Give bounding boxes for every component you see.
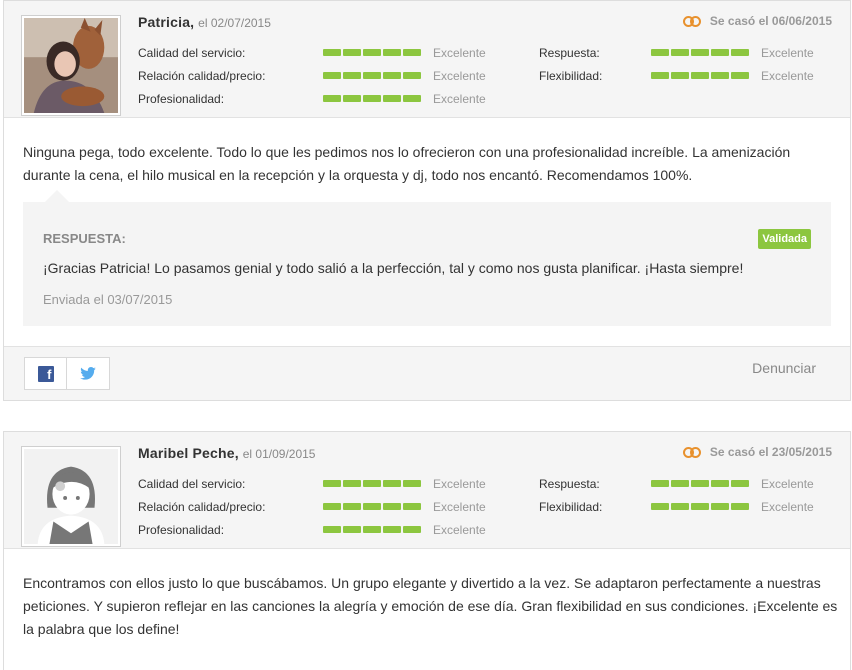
rating-bars: [651, 72, 749, 79]
default-avatar-icon: [24, 449, 118, 544]
rating-label: Respuesta:: [539, 477, 600, 491]
rating-label: Flexibilidad:: [539, 69, 603, 83]
rating-value: Excelente: [761, 69, 814, 83]
twitter-icon: [80, 367, 96, 380]
rating-bars: [651, 49, 749, 56]
rating-value: Excelente: [433, 69, 486, 83]
rating-label: Relación calidad/precio:: [138, 500, 266, 514]
rating-label: Respuesta:: [539, 46, 600, 60]
wedding-date-text: Se casó el 23/05/2015: [709, 445, 832, 459]
review-header: Maribel Peche, el 01/09/2015 Se casó el …: [4, 432, 850, 549]
avatar[interactable]: [21, 15, 121, 116]
share-facebook-button[interactable]: f: [25, 358, 67, 389]
vendor-reply: RESPUESTA: Validada ¡Gracias Patricia! L…: [23, 190, 831, 326]
review-header: Patricia, el 02/07/2015 Se casó el 06/06…: [4, 1, 850, 118]
rating-value: Excelente: [433, 523, 486, 537]
rating-bars: [323, 526, 421, 533]
share-twitter-button[interactable]: [67, 358, 109, 389]
wedding-rings-icon: [682, 15, 703, 27]
validated-badge: Validada: [758, 229, 811, 249]
review-body: Encontramos con ellos justo lo que buscá…: [23, 575, 838, 637]
rating-label: Profesionalidad:: [138, 92, 225, 106]
author-name[interactable]: Patricia,: [138, 14, 194, 30]
rating-value: Excelente: [433, 92, 486, 106]
rating-label: Flexibilidad:: [539, 500, 603, 514]
wedding-date: Se casó el 06/06/2015: [682, 14, 832, 28]
rating-value: Excelente: [761, 46, 814, 60]
rating-value: Excelente: [761, 477, 814, 491]
review-card: Maribel Peche, el 01/09/2015 Se casó el …: [3, 431, 851, 670]
rating-bars: [651, 503, 749, 510]
reply-sent-date: Enviada el 03/07/2015: [43, 292, 173, 307]
author-line: Patricia, el 02/07/2015: [138, 14, 271, 30]
share-buttons: f: [24, 357, 110, 390]
rating-bars: [323, 72, 421, 79]
rating-label: Profesionalidad:: [138, 523, 225, 537]
rating-value: Excelente: [433, 500, 486, 514]
rating-bars: [323, 503, 421, 510]
rating-label: Calidad del servicio:: [138, 46, 246, 60]
rating-bars: [323, 49, 421, 56]
rating-value: Excelente: [761, 500, 814, 514]
rating-bars: [323, 480, 421, 487]
rating-bars: [651, 480, 749, 487]
rating-value: Excelente: [433, 46, 486, 60]
report-link[interactable]: Denunciar: [752, 360, 816, 376]
avatar[interactable]: [21, 446, 121, 547]
author-line: Maribel Peche, el 01/09/2015: [138, 445, 315, 461]
author-name[interactable]: Maribel Peche,: [138, 445, 239, 461]
wedding-date-text: Se casó el 06/06/2015: [709, 14, 832, 28]
review-card: Patricia, el 02/07/2015 Se casó el 06/06…: [3, 0, 851, 401]
rating-label: Calidad del servicio:: [138, 477, 246, 491]
review-footer: f Denunciar: [4, 346, 850, 400]
user-photo: [24, 18, 118, 113]
review-body: Ninguna pega, todo excelente. Todo lo qu…: [23, 144, 791, 183]
rating-value: Excelente: [433, 477, 486, 491]
rating-label: Relación calidad/precio:: [138, 69, 266, 83]
review-date: el 01/09/2015: [242, 447, 316, 461]
rating-bars: [323, 95, 421, 102]
wedding-rings-icon: [682, 446, 703, 458]
reply-text: ¡Gracias Patricia! Lo pasamos genial y t…: [43, 260, 744, 276]
wedding-date: Se casó el 23/05/2015: [682, 445, 832, 459]
review-date: el 02/07/2015: [198, 16, 271, 30]
reply-title: RESPUESTA:: [43, 231, 126, 246]
facebook-icon: f: [37, 365, 54, 382]
